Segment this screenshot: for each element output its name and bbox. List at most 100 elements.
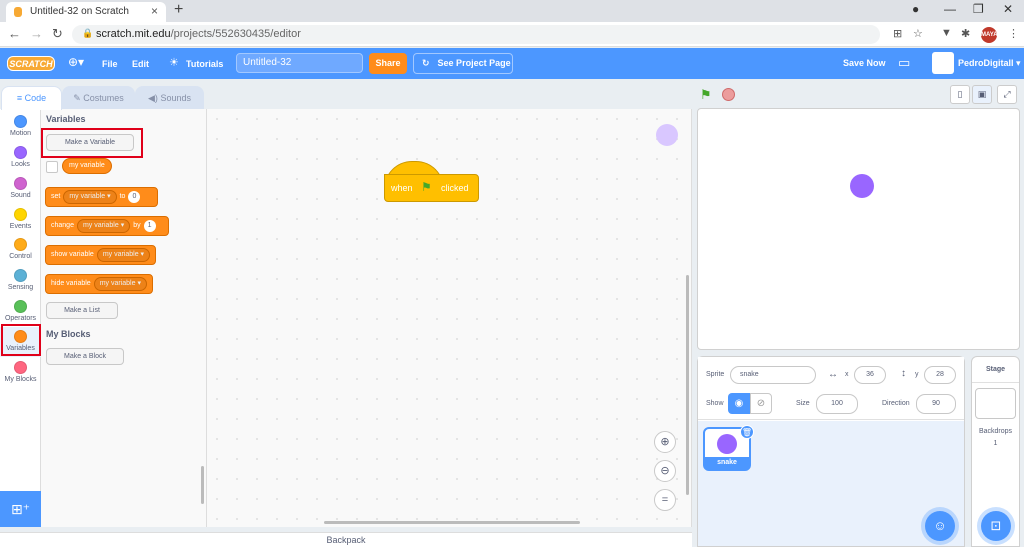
brush-icon: ✎: [73, 93, 84, 103]
backdrops-label: Backdrops: [978, 428, 1013, 435]
tab-code[interactable]: ≡ Code: [1, 86, 62, 110]
delete-sprite-trash-icon[interactable]: 🗑: [740, 425, 754, 439]
variables-highlight-box: [1, 324, 41, 356]
category-sensing[interactable]: Sensing: [0, 266, 41, 296]
direction-input[interactable]: 90: [916, 394, 956, 414]
see-project-label: See Project Page: [437, 58, 511, 68]
my-variable-checkbox[interactable]: [46, 161, 58, 173]
hide-variable-block[interactable]: hide variable my variable ▾: [45, 274, 153, 294]
dropdown-value: my variable: [82, 222, 119, 229]
variable-dropdown[interactable]: my variable ▾: [63, 190, 117, 204]
large-stage-icon[interactable]: ▣: [972, 85, 992, 104]
extensions-puzzle-icon[interactable]: ✱: [961, 27, 970, 40]
zoom-reset-icon[interactable]: =: [654, 489, 676, 511]
browser-menu-icon[interactable]: ⋮: [1008, 27, 1019, 40]
edit-menu[interactable]: Edit: [132, 59, 149, 69]
sprite-costume-preview: [717, 434, 737, 454]
url-input[interactable]: 🔒 scratch.mit.edu/projects/552630435/edi…: [72, 25, 880, 44]
category-label: Sound: [10, 192, 31, 199]
forward-icon[interactable]: →: [30, 26, 43, 41]
tab-costumes[interactable]: ✎ Costumes: [62, 86, 135, 110]
reload-icon[interactable]: ↻: [52, 26, 63, 42]
category-label: Events: [9, 223, 32, 230]
close-tab-icon[interactable]: ×: [151, 4, 158, 18]
file-menu[interactable]: File: [102, 59, 118, 69]
block-text: by: [133, 222, 141, 229]
category-dot: [14, 208, 27, 221]
category-motion[interactable]: Motion: [0, 112, 41, 142]
show-variable-block[interactable]: show variable my variable ▾: [45, 245, 156, 265]
maximize-icon[interactable]: ❐: [973, 2, 984, 16]
browser-tab[interactable]: Untitled-32 on Scratch ×: [6, 2, 166, 22]
variable-dropdown[interactable]: my variable ▾: [76, 219, 131, 233]
tutorials-menu[interactable]: Tutorials: [186, 59, 223, 69]
choose-backdrop-icon[interactable]: ⊡: [981, 511, 1011, 541]
minimize-icon[interactable]: —: [944, 2, 956, 16]
make-list-button[interactable]: Make a List: [46, 302, 118, 319]
share-button[interactable]: Share: [369, 53, 407, 74]
extension-filter-icon[interactable]: ▼: [941, 27, 952, 39]
value-input[interactable]: 1: [143, 220, 156, 232]
save-now-button[interactable]: Save Now: [843, 58, 886, 68]
add-extension-icon: ⊞⁺: [10, 501, 31, 517]
small-stage-icon[interactable]: ▯: [950, 85, 970, 104]
see-project-page-button[interactable]: ↻ See Project Page: [413, 53, 513, 74]
dropdown-value: my variable: [69, 193, 106, 200]
set-variable-block[interactable]: set my variable ▾ to 0: [45, 187, 158, 207]
add-extension-button[interactable]: ⊞⁺: [0, 491, 41, 527]
back-icon[interactable]: ←: [8, 26, 21, 41]
new-tab-icon[interactable]: +: [174, 1, 183, 19]
category-dot: [14, 269, 27, 282]
tab-code-label: Code: [24, 93, 47, 103]
tab-sounds[interactable]: ◀) Sounds: [135, 86, 204, 110]
category-events[interactable]: Events: [0, 205, 41, 235]
zoom-out-icon[interactable]: ⊖: [654, 460, 676, 482]
zoom-in-icon[interactable]: ⊕: [654, 431, 676, 453]
browser-profile-avatar[interactable]: MAYA: [981, 27, 998, 43]
language-globe-icon[interactable]: ⊕▾: [68, 55, 84, 69]
size-input[interactable]: 100: [816, 394, 858, 414]
block-text: change: [51, 222, 74, 229]
backdrop-thumbnail[interactable]: [975, 388, 1016, 419]
x-input[interactable]: 36: [854, 366, 886, 384]
project-title-input[interactable]: Untitled-32: [236, 53, 363, 73]
close-window-icon[interactable]: ✕: [1003, 2, 1013, 16]
script-horizontal-scrollbar[interactable]: [324, 521, 580, 524]
my-variable-reporter[interactable]: my variable: [62, 158, 112, 174]
translate-icon[interactable]: ⊞: [893, 27, 902, 40]
value-input[interactable]: 0: [128, 191, 141, 203]
browser-tabbar: Untitled-32 on Scratch × + ● — ❐ ✕: [0, 0, 1024, 22]
profile-dropdown-icon[interactable]: ●: [912, 2, 919, 16]
choose-sprite-cat-icon[interactable]: ☺: [925, 511, 955, 541]
palette-scrollbar[interactable]: [201, 466, 204, 504]
stage-sprite-snake[interactable]: [850, 174, 874, 198]
direction-label: Direction: [882, 400, 910, 407]
sprite-name-input[interactable]: snake: [730, 366, 816, 384]
category-my-blocks[interactable]: My Blocks: [0, 358, 41, 388]
scratch-logo[interactable]: SCRATCH: [7, 56, 55, 71]
green-flag-icon: ⚑: [421, 180, 432, 194]
category-sound[interactable]: Sound: [0, 174, 41, 204]
change-variable-block[interactable]: change my variable ▾ by 1: [45, 216, 169, 236]
category-operators[interactable]: Operators: [0, 297, 41, 327]
script-vertical-scrollbar[interactable]: [686, 275, 689, 495]
stage-canvas[interactable]: [697, 108, 1020, 350]
bookmark-star-icon[interactable]: ☆: [913, 27, 923, 40]
fullscreen-icon[interactable]: ⤢: [997, 85, 1017, 104]
category-label: My Blocks: [4, 376, 37, 383]
variable-dropdown[interactable]: my variable ▾: [93, 277, 147, 291]
backpack[interactable]: Backpack: [0, 532, 692, 547]
when-flag-clicked-block[interactable]: when ⚑ clicked: [384, 161, 479, 203]
my-stuff-folder-icon[interactable]: ▭: [898, 55, 910, 71]
show-label: Show: [706, 400, 724, 407]
make-block-button[interactable]: Make a Block: [46, 348, 124, 365]
y-input[interactable]: 28: [924, 366, 956, 384]
hide-eye-icon[interactable]: ⊘: [750, 393, 772, 414]
category-control[interactable]: Control: [0, 235, 41, 265]
stop-button-icon[interactable]: [722, 88, 735, 101]
url-host: scratch.mit.edu: [96, 28, 171, 40]
variable-dropdown[interactable]: my variable ▾: [96, 248, 151, 262]
category-looks[interactable]: Looks: [0, 143, 41, 173]
show-eye-icon[interactable]: ◉: [728, 393, 750, 414]
green-flag-button-icon[interactable]: ⚑: [700, 87, 712, 103]
